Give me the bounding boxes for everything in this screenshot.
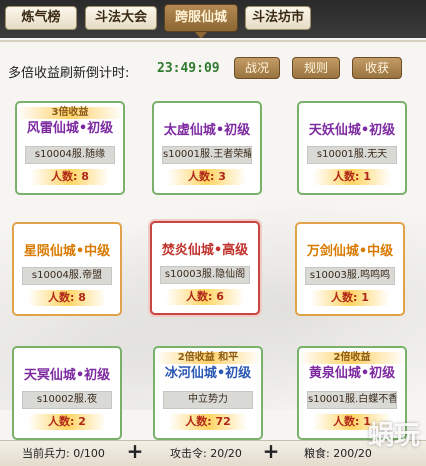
city-owner: s10003服.鸣鸣鸣 <box>305 267 395 285</box>
troops-status: 当前兵力: 0/100 <box>22 447 105 460</box>
city-card-tianming[interactable]: 天冥仙城•初级 s10002服.夜 人数: 2 <box>12 346 122 440</box>
city-name: 黄泉仙城•初级 <box>308 366 396 381</box>
harvest-button[interactable]: 收获 <box>352 57 402 79</box>
city-card-binghe[interactable]: 2倍收益 和平 冰河仙城•初级 中立势力 人数: 72 <box>153 346 263 440</box>
top-tab-bar: 炼气榜 斗法大会 跨服仙城 斗法坊市 <box>0 0 426 39</box>
city-name: 天冥仙城•初级 <box>23 368 111 383</box>
watermark-logo: 蜗玩 <box>367 421 420 451</box>
city-name: 风雷仙城•初级 <box>26 121 114 136</box>
city-name: 天妖仙城•初级 <box>308 123 396 138</box>
city-people-count: 人数: 6 <box>166 289 244 305</box>
city-owner: s10004服.随缘 <box>25 146 115 164</box>
multiplier-timer-value: 23:49:09 <box>157 61 220 76</box>
bonus-badge: 2倍收益 <box>299 352 405 364</box>
city-people-count: 人数: 1 <box>313 169 391 185</box>
city-card-fenglei[interactable]: 3倍收益 风雷仙城•初级 s10004服.随缘 人数: 8 <box>15 101 125 195</box>
city-card-xingyun[interactable]: 星陨仙城•中级 s10004服.帝盟 人数: 8 <box>12 222 122 316</box>
bonus-badge: 3倍收益 <box>17 107 123 119</box>
city-name: 万剑仙城•中级 <box>306 244 394 259</box>
city-owner: s10001服.王者荣耀 <box>162 146 252 164</box>
city-card-taixu[interactable]: 太虚仙城•初级 s10001服.王者荣耀 人数: 3 <box>152 101 262 195</box>
city-owner: s10003服.隐仙阁 <box>160 266 250 284</box>
rules-button[interactable]: 规则 <box>292 57 340 79</box>
city-card-wanjian[interactable]: 万剑仙城•中级 s10003服.鸣鸣鸣 人数: 1 <box>295 222 405 316</box>
tab-cross-server-city[interactable]: 跨服仙城 <box>164 4 238 39</box>
add-troops-icon[interactable]: + <box>126 441 144 461</box>
city-owner: s10001服.无天 <box>307 146 397 164</box>
multiplier-timer-label: 多倍收益刷新倒计时: <box>8 66 130 81</box>
city-people-count: 人数: 8 <box>31 169 109 185</box>
war-status-button[interactable]: 战况 <box>234 57 280 79</box>
city-owner: s10002服.夜 <box>22 391 112 409</box>
attack-orders-status: 攻击令: 20/20 <box>170 447 242 460</box>
tab-dueling-contest[interactable]: 斗法大会 <box>85 6 157 30</box>
city-card-tianyao[interactable]: 天妖仙城•初级 s10001服.无天 人数: 1 <box>297 101 407 195</box>
city-people-count: 人数: 2 <box>28 414 106 430</box>
city-name: 焚炎仙城•高级 <box>161 243 249 258</box>
tab-dueling-market[interactable]: 斗法坊市 <box>245 6 311 30</box>
tab-training-rank[interactable]: 炼气榜 <box>5 6 77 30</box>
header-divider <box>0 40 426 42</box>
city-card-fenyan[interactable]: 焚炎仙城•高级 s10003服.隐仙阁 人数: 6 <box>150 221 260 315</box>
city-people-count: 人数: 72 <box>169 414 247 430</box>
city-people-count: 人数: 3 <box>168 169 246 185</box>
app-window: 炼气榜 斗法大会 跨服仙城 斗法坊市 多倍收益刷新倒计时: 23:49:09 战… <box>0 0 426 466</box>
city-name: 冰河仙城•初级 <box>164 366 252 381</box>
city-name: 太虚仙城•初级 <box>163 123 251 138</box>
add-attack-orders-icon[interactable]: + <box>262 441 280 461</box>
city-owner: 中立势力 <box>163 391 253 409</box>
city-name: 星陨仙城•中级 <box>23 244 111 259</box>
bonus-badge: 2倍收益 和平 <box>155 352 261 364</box>
city-people-count: 人数: 1 <box>311 290 389 306</box>
city-people-count: 人数: 8 <box>28 290 106 306</box>
city-owner: s10004服.帝盟 <box>22 267 112 285</box>
